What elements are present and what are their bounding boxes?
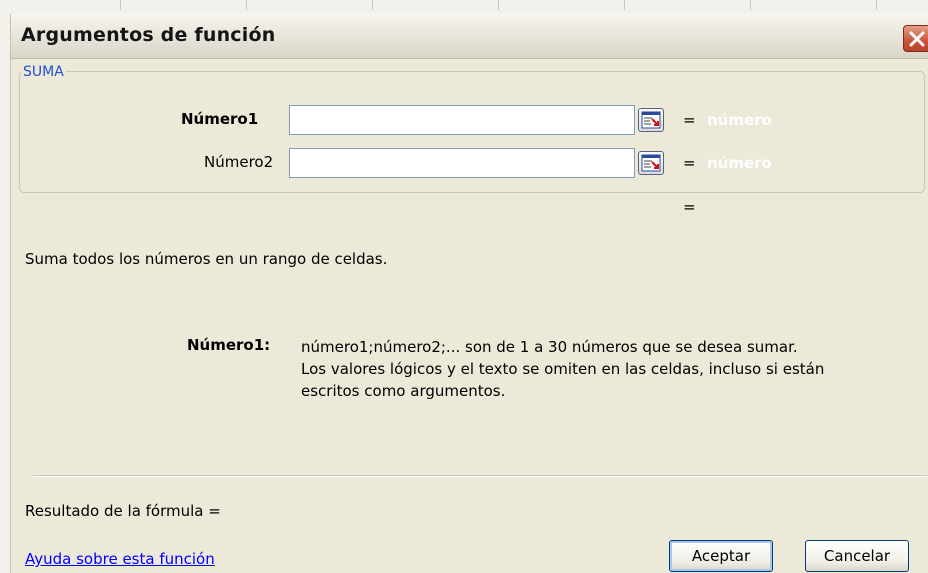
arg1-result-hint: número: [707, 111, 772, 129]
dialog-title: Argumentos de función: [21, 24, 276, 46]
function-help-link[interactable]: Ayuda sobre esta función: [25, 550, 215, 568]
function-name-label: SUMA: [21, 64, 66, 80]
arg1-label: Número1: [181, 110, 259, 128]
arg1-input[interactable]: [289, 105, 635, 135]
arg2-input[interactable]: [289, 148, 635, 178]
arg1-collapse-button[interactable]: [638, 108, 664, 132]
collapse-dialog-icon: [641, 154, 661, 172]
close-button[interactable]: [903, 25, 928, 52]
arg2-collapse-button[interactable]: [638, 151, 664, 175]
collapse-dialog-icon: [641, 111, 661, 129]
ok-button[interactable]: Aceptar: [669, 540, 773, 572]
arg-help-label: Número1:: [187, 336, 271, 354]
cancel-button[interactable]: Cancelar: [805, 540, 909, 572]
arg-help-text: número1;número2;... son de 1 a 30 número…: [301, 336, 901, 402]
arg2-result-hint: número: [707, 154, 772, 172]
arg-help-line: escritos como argumentos.: [301, 382, 506, 400]
title-bar[interactable]: Argumentos de función: [11, 14, 928, 59]
total-equals: =: [683, 198, 696, 216]
arg1-equals: =: [683, 111, 696, 129]
close-icon: [909, 31, 925, 47]
sheet-background: [0, 0, 928, 14]
arg2-equals: =: [683, 154, 696, 172]
function-description: Suma todos los números en un rango de ce…: [25, 250, 388, 268]
formula-result-label: Resultado de la fórmula =: [25, 502, 221, 520]
separator: [33, 475, 927, 477]
function-arguments-dialog: Argumentos de función SUMA Número1 = núm…: [10, 14, 928, 573]
arg-help-line: número1;número2;... son de 1 a 30 número…: [301, 338, 798, 356]
arg2-label: Número2: [204, 153, 274, 171]
arg-help-line: Los valores lógicos y el texto se omiten…: [301, 360, 825, 378]
